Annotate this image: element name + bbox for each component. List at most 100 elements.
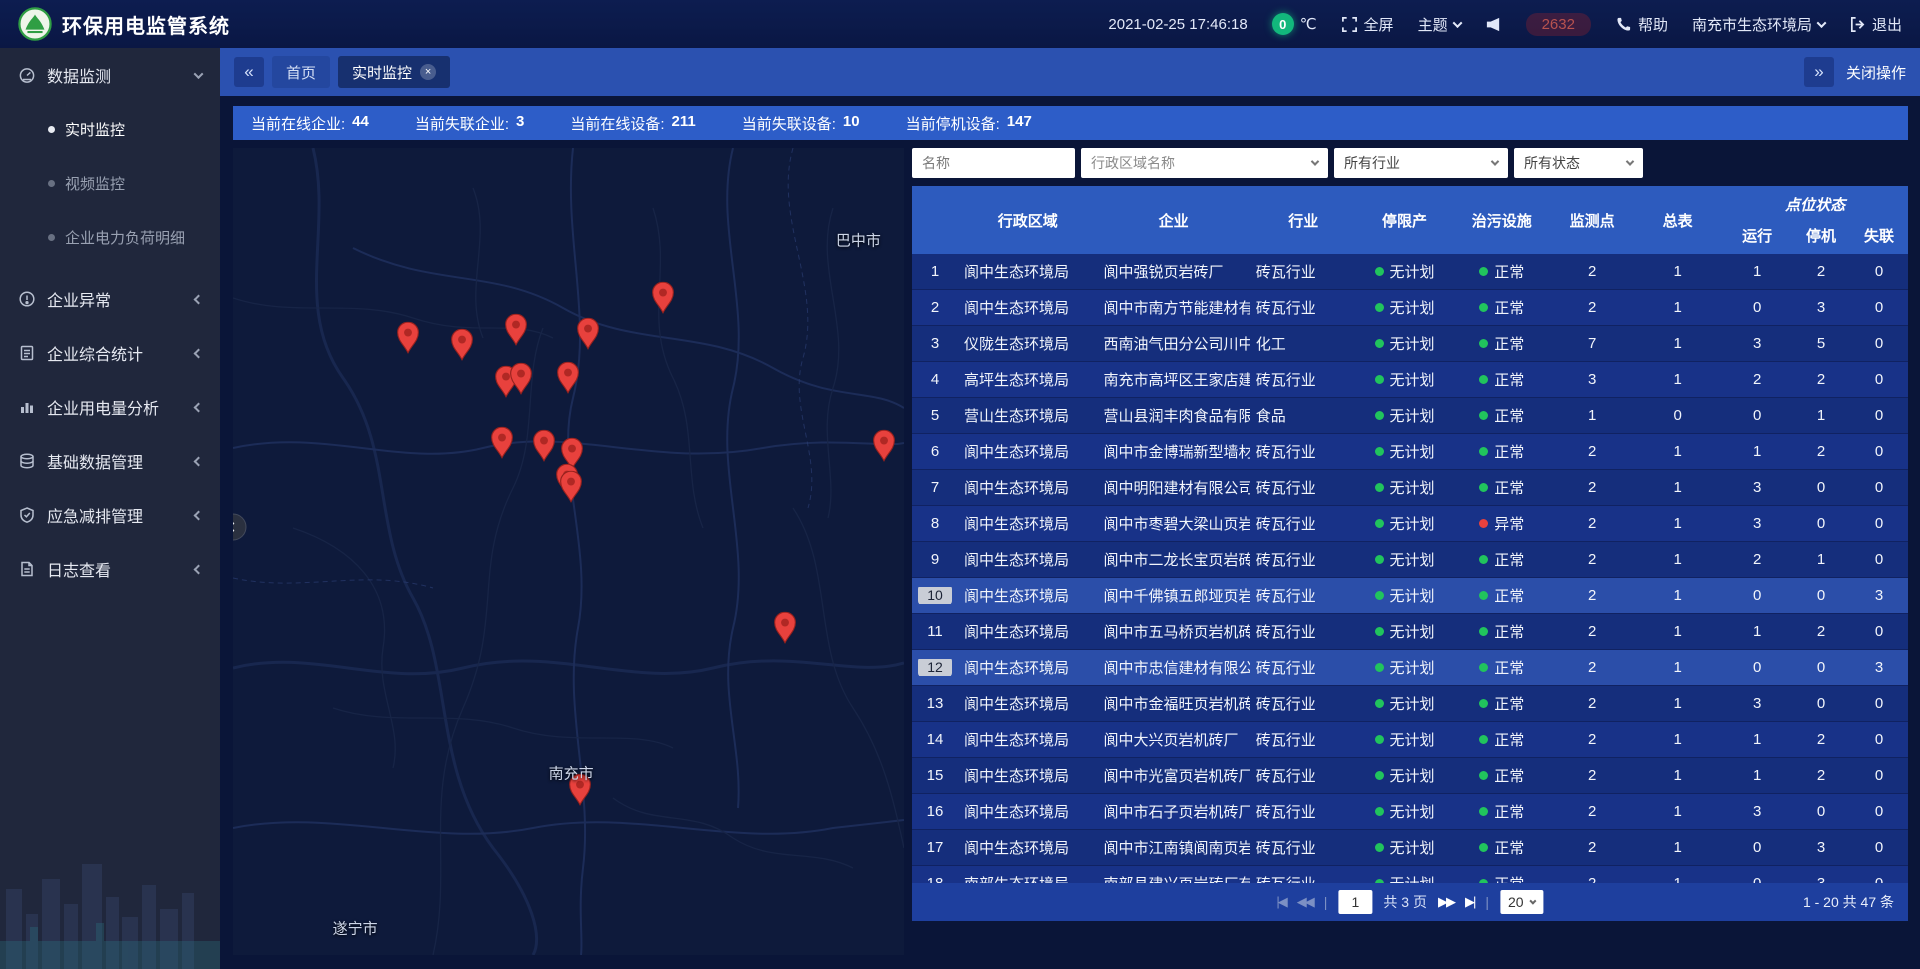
tab-close-icon[interactable]: ×: [420, 64, 436, 80]
header-points: 监测点: [1551, 186, 1633, 254]
logout-button[interactable]: 退出: [1849, 14, 1902, 35]
table-row[interactable]: 18南部生态环境局南部县建兴页岩砖厂有砖瓦行业无计划正常21030: [912, 866, 1908, 883]
cell-meters: 1: [1633, 659, 1722, 676]
cell-region: 阆中生态环境局: [958, 729, 1098, 750]
tab-home[interactable]: 首页: [272, 56, 330, 88]
map-pin[interactable]: [652, 282, 675, 319]
cell-limit-status: 无计划: [1357, 657, 1452, 678]
table-row[interactable]: 7阆中生态环境局阆中明阳建材有限公司砖瓦行业无计划正常21300: [912, 470, 1908, 506]
table-row[interactable]: 11阆中生态环境局阆中市五马桥页岩机砖砖瓦行业无计划正常21120: [912, 614, 1908, 650]
tabs-scroll-left-button[interactable]: «: [234, 57, 264, 87]
name-filter-input[interactable]: [912, 148, 1075, 178]
tabs-scroll-right-button[interactable]: »: [1804, 57, 1834, 87]
cell-points: 2: [1551, 263, 1633, 280]
cell-treatment-status: 正常: [1452, 477, 1551, 498]
cell-treatment-status: 正常: [1452, 873, 1551, 883]
map-pin[interactable]: [774, 612, 797, 649]
sidebar-item-company-statistics[interactable]: 企业综合统计: [0, 326, 220, 380]
cell-limit-status: 无计划: [1357, 873, 1452, 883]
stat-stopped-devices: 当前停机设备:147: [906, 113, 1032, 134]
map-pin[interactable]: [505, 313, 528, 350]
sidebar-item-company-abnormal[interactable]: 企业异常: [0, 272, 220, 326]
status-filter-select[interactable]: 所有状态: [1514, 148, 1643, 178]
cell-running: 1: [1722, 623, 1792, 640]
map-pin[interactable]: [397, 322, 420, 359]
table-row[interactable]: 2阆中生态环境局阆中市南方节能建材有砖瓦行业无计划正常21030: [912, 290, 1908, 326]
fullscreen-icon: [1341, 16, 1358, 33]
map-pin[interactable]: [491, 426, 514, 463]
notice-count-badge[interactable]: 2632: [1526, 13, 1591, 36]
cell-treatment-status: 正常: [1452, 441, 1551, 462]
first-page-button[interactable]: |◀: [1276, 894, 1285, 910]
cell-offline: 0: [1850, 875, 1908, 883]
cell-meters: 1: [1633, 587, 1722, 604]
cell-offline: 0: [1850, 623, 1908, 640]
table-row[interactable]: 6阆中生态环境局阆中市金博瑞新型墙材砖瓦行业无计划正常21120: [912, 434, 1908, 470]
industry-filter-select[interactable]: 所有行业: [1334, 148, 1508, 178]
table-row[interactable]: 14阆中生态环境局阆中大兴页岩机砖厂砖瓦行业无计划正常21120: [912, 722, 1908, 758]
map-pin[interactable]: [576, 318, 599, 355]
next-page-button[interactable]: ▶▶: [1438, 894, 1454, 910]
sidebar-item-emergency-reduction[interactable]: 应急减排管理: [0, 488, 220, 542]
cell-limit-status: 无计划: [1357, 549, 1452, 570]
map-pin[interactable]: [556, 362, 579, 399]
org-dropdown[interactable]: 南充市生态环境局: [1692, 14, 1825, 35]
chevron-left-icon: [194, 294, 204, 304]
cell-running: 1: [1722, 443, 1792, 460]
table-row[interactable]: 12阆中生态环境局阆中市忠信建材有限公砖瓦行业无计划正常21003: [912, 650, 1908, 686]
table-row[interactable]: 17阆中生态环境局阆中市江南镇阆南页岩砖瓦行业无计划正常21030: [912, 830, 1908, 866]
map-pin[interactable]: [450, 329, 473, 366]
header-index: [912, 186, 958, 254]
cell-meters: 1: [1633, 371, 1722, 388]
map-pin[interactable]: [560, 471, 583, 508]
sidebar-item-realtime-monitor[interactable]: 实时监控: [0, 102, 220, 156]
stats-bar: 当前在线企业:44 当前失联企业:3 当前在线设备:211 当前失联设备:10 …: [233, 106, 1908, 140]
help-button[interactable]: 帮助: [1615, 14, 1668, 35]
row-index: 1: [912, 263, 958, 280]
page-number-input[interactable]: [1338, 890, 1372, 914]
table-row[interactable]: 16阆中生态环境局阆中市石子页岩机砖厂砖瓦行业无计划正常21300: [912, 794, 1908, 830]
sidebar-item-data-monitoring[interactable]: 数据监测: [0, 48, 220, 102]
cell-industry: 砖瓦行业: [1250, 369, 1357, 390]
tab-bar: « 首页 实时监控 × » 关闭操作: [220, 48, 1920, 96]
table-row[interactable]: 9阆中生态环境局阆中市二龙长宝页岩砖砖瓦行业无计划正常21210: [912, 542, 1908, 578]
cell-industry: 砖瓦行业: [1250, 621, 1357, 642]
map-pin[interactable]: [872, 429, 895, 466]
sidebar-item-log-view[interactable]: 日志查看: [0, 542, 220, 596]
table-row[interactable]: 5营山生态环境局营山县润丰肉食品有限食品无计划正常10010: [912, 398, 1908, 434]
tab-realtime-monitor[interactable]: 实时监控 ×: [338, 56, 450, 88]
prev-page-button[interactable]: ◀◀: [1297, 894, 1313, 910]
table-row[interactable]: 4高坪生态环境局南充市高坪区王家店建砖瓦行业无计划正常31220: [912, 362, 1908, 398]
table-row[interactable]: 8阆中生态环境局阆中市枣碧大梁山页岩砖瓦行业无计划异常21300: [912, 506, 1908, 542]
cell-industry: 食品: [1250, 405, 1357, 426]
cell-meters: 1: [1633, 263, 1722, 280]
table-row[interactable]: 13阆中生态环境局阆中市金福旺页岩机砖砖瓦行业无计划正常21300: [912, 686, 1908, 722]
table-row[interactable]: 10阆中生态环境局阆中千佛镇五郎垭页岩砖瓦行业无计划正常21003: [912, 578, 1908, 614]
page-size-select[interactable]: 20: [1500, 890, 1544, 914]
select-arrow-icon: [1311, 157, 1319, 165]
sidebar-item-base-data[interactable]: 基础数据管理: [0, 434, 220, 488]
table-row[interactable]: 1阆中生态环境局阆中强锐页岩砖厂砖瓦行业无计划正常21120: [912, 254, 1908, 290]
map-pin[interactable]: [509, 362, 532, 399]
cell-running: 1: [1722, 767, 1792, 784]
cell-region: 阆中生态环境局: [958, 801, 1098, 822]
cell-limit-status: 无计划: [1357, 621, 1452, 642]
cell-region: 阆中生态环境局: [958, 441, 1098, 462]
sidebar-item-power-load-detail[interactable]: 企业电力负荷明细: [0, 210, 220, 264]
map-pin[interactable]: [532, 429, 555, 466]
fullscreen-button[interactable]: 全屏: [1341, 14, 1394, 35]
theme-dropdown[interactable]: 主题: [1418, 14, 1461, 35]
sidebar-item-video-monitor[interactable]: 视频监控: [0, 156, 220, 210]
stat-offline-companies: 当前失联企业:3: [415, 113, 525, 134]
row-index: 10: [912, 587, 958, 604]
table-row[interactable]: 3仪陇生态环境局西南油气田分公司川中化工无计划正常71350: [912, 326, 1908, 362]
close-operations-button[interactable]: 关闭操作: [1846, 62, 1906, 83]
sidebar-item-power-analysis[interactable]: 企业用电量分析: [0, 380, 220, 434]
cell-stopped: 5: [1792, 335, 1850, 352]
cell-meters: 1: [1633, 299, 1722, 316]
region-filter-select[interactable]: 行政区域名称: [1081, 148, 1328, 178]
last-page-button[interactable]: ▶|: [1465, 894, 1474, 910]
announcement-button[interactable]: [1485, 16, 1502, 33]
map-panel[interactable]: 巴中市南充市遂宁市: [233, 148, 904, 955]
table-row[interactable]: 15阆中生态环境局阆中市光富页岩机砖厂砖瓦行业无计划正常21120: [912, 758, 1908, 794]
